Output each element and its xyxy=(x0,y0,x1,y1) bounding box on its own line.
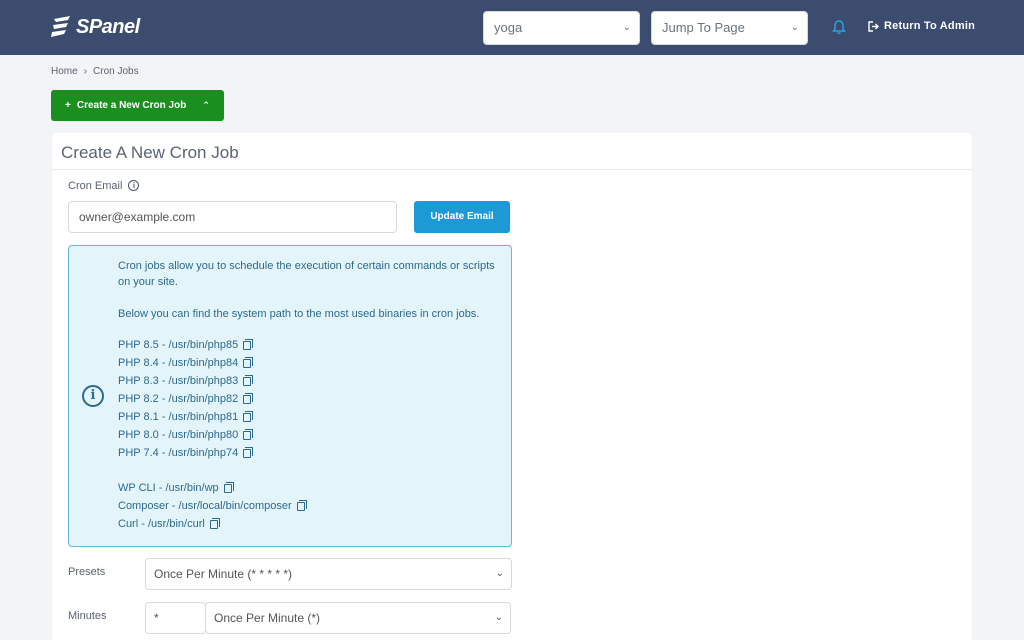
tool-path-text: Composer - /usr/local/bin/composer xyxy=(118,500,292,512)
minutes-label: Minutes xyxy=(68,610,107,622)
php-path-text: PHP 8.2 - /usr/bin/php82 xyxy=(118,393,239,405)
copy-icon[interactable] xyxy=(243,428,254,440)
info-text-1: Cron jobs allow you to schedule the exec… xyxy=(118,260,495,288)
chevron-up-icon: ⌃ xyxy=(202,100,210,110)
presets-label: Presets xyxy=(68,566,106,578)
jump-select-value: Jump To Page xyxy=(662,20,745,35)
cron-email-input[interactable]: owner@example.com xyxy=(68,201,397,233)
php-path-item: PHP 8.5 - /usr/bin/php85 xyxy=(118,338,254,351)
copy-icon[interactable] xyxy=(243,374,254,386)
chevron-right-icon: › xyxy=(83,66,88,77)
tool-path-item: Composer - /usr/local/bin/composer xyxy=(118,499,307,512)
info-circle-icon: i xyxy=(82,385,104,407)
php-path-item: PHP 8.2 - /usr/bin/php82 xyxy=(118,392,254,405)
copy-icon[interactable] xyxy=(243,392,254,404)
tool-path-text: Curl - /usr/bin/curl xyxy=(118,518,205,530)
site-select[interactable]: yoga ⌄ xyxy=(483,11,640,45)
chevron-down-icon: ⌄ xyxy=(622,22,631,33)
card-divider xyxy=(52,169,972,170)
php-path-item: PHP 8.1 - /usr/bin/php81 xyxy=(118,410,254,423)
jump-to-page-select[interactable]: Jump To Page ⌄ xyxy=(651,11,808,45)
update-email-button[interactable]: Update Email xyxy=(414,201,510,233)
cron-email-value: owner@example.com xyxy=(79,210,196,224)
minutes-select-value: Once Per Minute (*) xyxy=(214,611,321,625)
spanel-logo-icon xyxy=(51,16,70,37)
php-path-text: PHP 8.3 - /usr/bin/php83 xyxy=(118,375,239,387)
breadcrumb-current: Cron Jobs xyxy=(93,66,139,77)
minutes-input[interactable]: * xyxy=(145,602,206,634)
tool-path-item: Curl - /usr/bin/curl xyxy=(118,517,220,530)
php-path-item: PHP 8.0 - /usr/bin/php80 xyxy=(118,428,254,441)
cron-email-label-wrap: Cron Email i xyxy=(68,180,140,192)
create-cron-job-label: Create a New Cron Job xyxy=(76,100,187,111)
minutes-select[interactable]: Once Per Minute (*) ⌄ xyxy=(205,602,511,634)
chevron-down-icon: ⌄ xyxy=(494,612,503,623)
return-to-admin-link[interactable]: Return To Admin xyxy=(868,20,975,32)
info-icon[interactable]: i xyxy=(128,180,140,191)
copy-icon[interactable] xyxy=(243,410,254,422)
chevron-down-icon: ⌄ xyxy=(495,568,504,579)
php-path-text: PHP 8.1 - /usr/bin/php81 xyxy=(118,411,239,423)
presets-select[interactable]: Once Per Minute (* * * * *) ⌄ xyxy=(145,558,512,590)
cron-email-label: Cron Email xyxy=(68,180,123,192)
php-path-item: PHP 8.4 - /usr/bin/php84 xyxy=(118,356,254,369)
php-path-item: PHP 7.4 - /usr/bin/php74 xyxy=(118,446,254,459)
breadcrumb-home[interactable]: Home xyxy=(51,66,78,77)
tool-path-text: WP CLI - /usr/bin/wp xyxy=(118,482,219,494)
top-navbar: SPanel yoga ⌄ Jump To Page ⌄ Return To A… xyxy=(0,0,1024,55)
logo-text: SPanel xyxy=(76,15,140,38)
info-text-2: Below you can find the system path to th… xyxy=(118,308,480,320)
card-title: Create A New Cron Job xyxy=(61,143,239,162)
plus-icon: + xyxy=(65,100,71,111)
presets-value: Once Per Minute (* * * * *) xyxy=(154,567,293,581)
php-path-item: PHP 8.3 - /usr/bin/php83 xyxy=(118,374,254,387)
copy-icon[interactable] xyxy=(209,517,220,529)
copy-icon[interactable] xyxy=(223,481,234,493)
copy-icon[interactable] xyxy=(243,446,254,458)
chevron-down-icon: ⌄ xyxy=(790,22,799,33)
return-to-admin-label: Return To Admin xyxy=(884,20,975,32)
copy-icon[interactable] xyxy=(243,356,254,368)
tool-path-item: WP CLI - /usr/bin/wp xyxy=(118,481,234,494)
spanel-logo[interactable]: SPanel xyxy=(50,14,140,40)
php-path-text: PHP 8.4 - /usr/bin/php84 xyxy=(118,357,239,369)
site-select-value: yoga xyxy=(494,20,523,35)
cron-info-alert: i Cron jobs allow you to schedule the ex… xyxy=(68,245,512,547)
breadcrumb: Home › Cron Jobs xyxy=(51,66,139,77)
copy-icon[interactable] xyxy=(243,338,254,350)
create-cron-card: Create A New Cron Job Cron Email i owner… xyxy=(52,133,972,640)
php-path-text: PHP 8.5 - /usr/bin/php85 xyxy=(118,339,239,351)
sign-out-icon xyxy=(868,20,879,32)
php-path-text: PHP 8.0 - /usr/bin/php80 xyxy=(118,429,239,441)
copy-icon[interactable] xyxy=(296,499,307,511)
bell-icon[interactable] xyxy=(831,19,847,35)
php-path-text: PHP 7.4 - /usr/bin/php74 xyxy=(118,447,239,459)
minutes-value: * xyxy=(154,611,159,625)
create-cron-job-button[interactable]: + Create a New Cron Job ⌃ xyxy=(51,90,224,121)
